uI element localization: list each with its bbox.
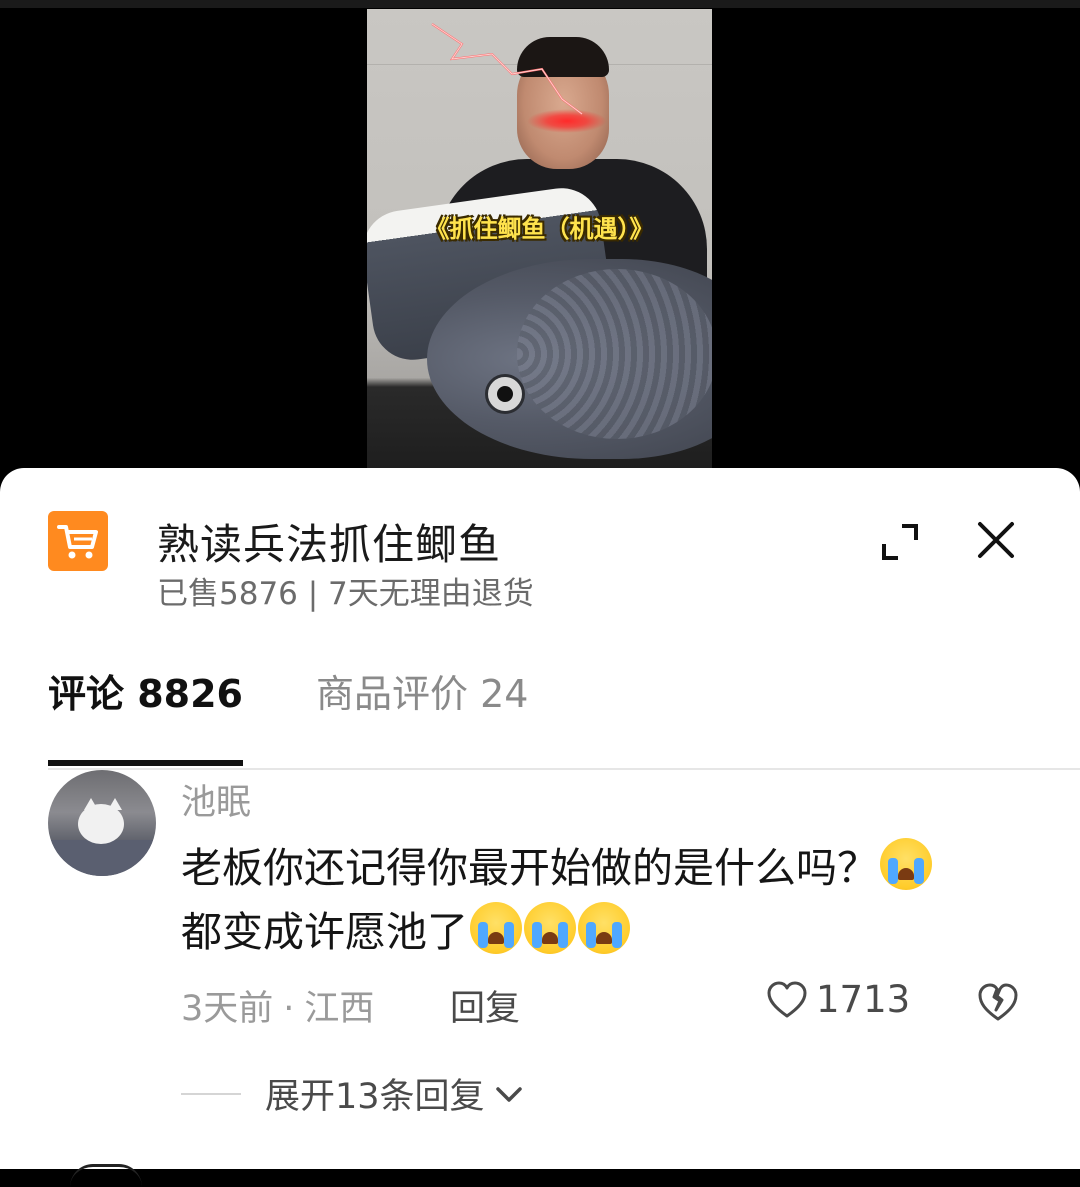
avatar-blanket <box>48 840 156 876</box>
video-caption: 《抓住鲫鱼（机遇）》 <box>425 215 654 243</box>
avatar[interactable] <box>48 770 156 876</box>
tab-bar: 评论 8826 商品评价 24 <box>0 663 1080 769</box>
product-subtitle: 已售5876 | 7天无理由退货 <box>157 576 534 612</box>
expand-icon[interactable] <box>878 520 922 564</box>
avatar-cat <box>78 804 124 844</box>
comment-sheet: 熟读兵法抓住鲫鱼 已售5876 | 7天无理由退货 评论 8826 商品评价 2… <box>0 468 1080 1169</box>
expand-replies-label: 展开13条回复 <box>265 1077 485 1117</box>
fish-eye <box>485 374 525 414</box>
heart-icon <box>767 981 807 1017</box>
video-frame: 《抓住鲫鱼（机遇）》 <box>367 9 712 470</box>
chevron-down-icon <box>495 1086 522 1102</box>
expand-divider-line <box>181 1092 241 1095</box>
comment-time: 3天前 <box>181 989 274 1029</box>
crying-emoji-icon <box>470 902 522 954</box>
broken-heart-icon[interactable] <box>976 980 1020 1024</box>
lightning-effect <box>431 23 583 115</box>
comment-line-1: 老板你还记得你最开始做的是什么吗？ <box>181 844 878 892</box>
meta-separator: · <box>283 989 295 1029</box>
close-icon[interactable] <box>974 518 1018 562</box>
tab-divider <box>48 768 1080 770</box>
comment-username[interactable]: 池眠 <box>181 774 251 825</box>
next-comment-avatar <box>70 1164 142 1187</box>
crying-emoji-icon <box>524 902 576 954</box>
comment-text: 老板你还记得你最开始做的是什么吗？ 都变成许愿池了 <box>181 836 1041 964</box>
crying-emoji-icon <box>880 838 932 890</box>
status-bar <box>0 0 1080 8</box>
fish-scales <box>517 269 712 439</box>
comment-line-2: 都变成许愿池了 <box>181 908 468 956</box>
active-tab-indicator <box>48 760 243 766</box>
video-player[interactable]: 《抓住鲫鱼（机遇）》 <box>0 0 1080 470</box>
comment-location: 江西 <box>304 989 375 1029</box>
expand-replies-button[interactable]: 展开13条回复 <box>181 1068 525 1119</box>
like-count: 1713 <box>816 978 911 1021</box>
crying-emoji-icon <box>578 902 630 954</box>
reply-button[interactable]: 回复 <box>450 980 520 1031</box>
shopping-cart-icon[interactable] <box>48 511 108 571</box>
comment-meta: 3天前 · 江西 <box>181 980 374 1031</box>
like-button[interactable]: 1713 <box>766 978 910 1021</box>
tab-product-reviews[interactable]: 商品评价 24 <box>316 663 528 718</box>
product-title[interactable]: 熟读兵法抓住鲫鱼 <box>157 511 501 572</box>
cart-glyph <box>57 525 98 559</box>
tab-comments[interactable]: 评论 8826 <box>48 663 243 718</box>
